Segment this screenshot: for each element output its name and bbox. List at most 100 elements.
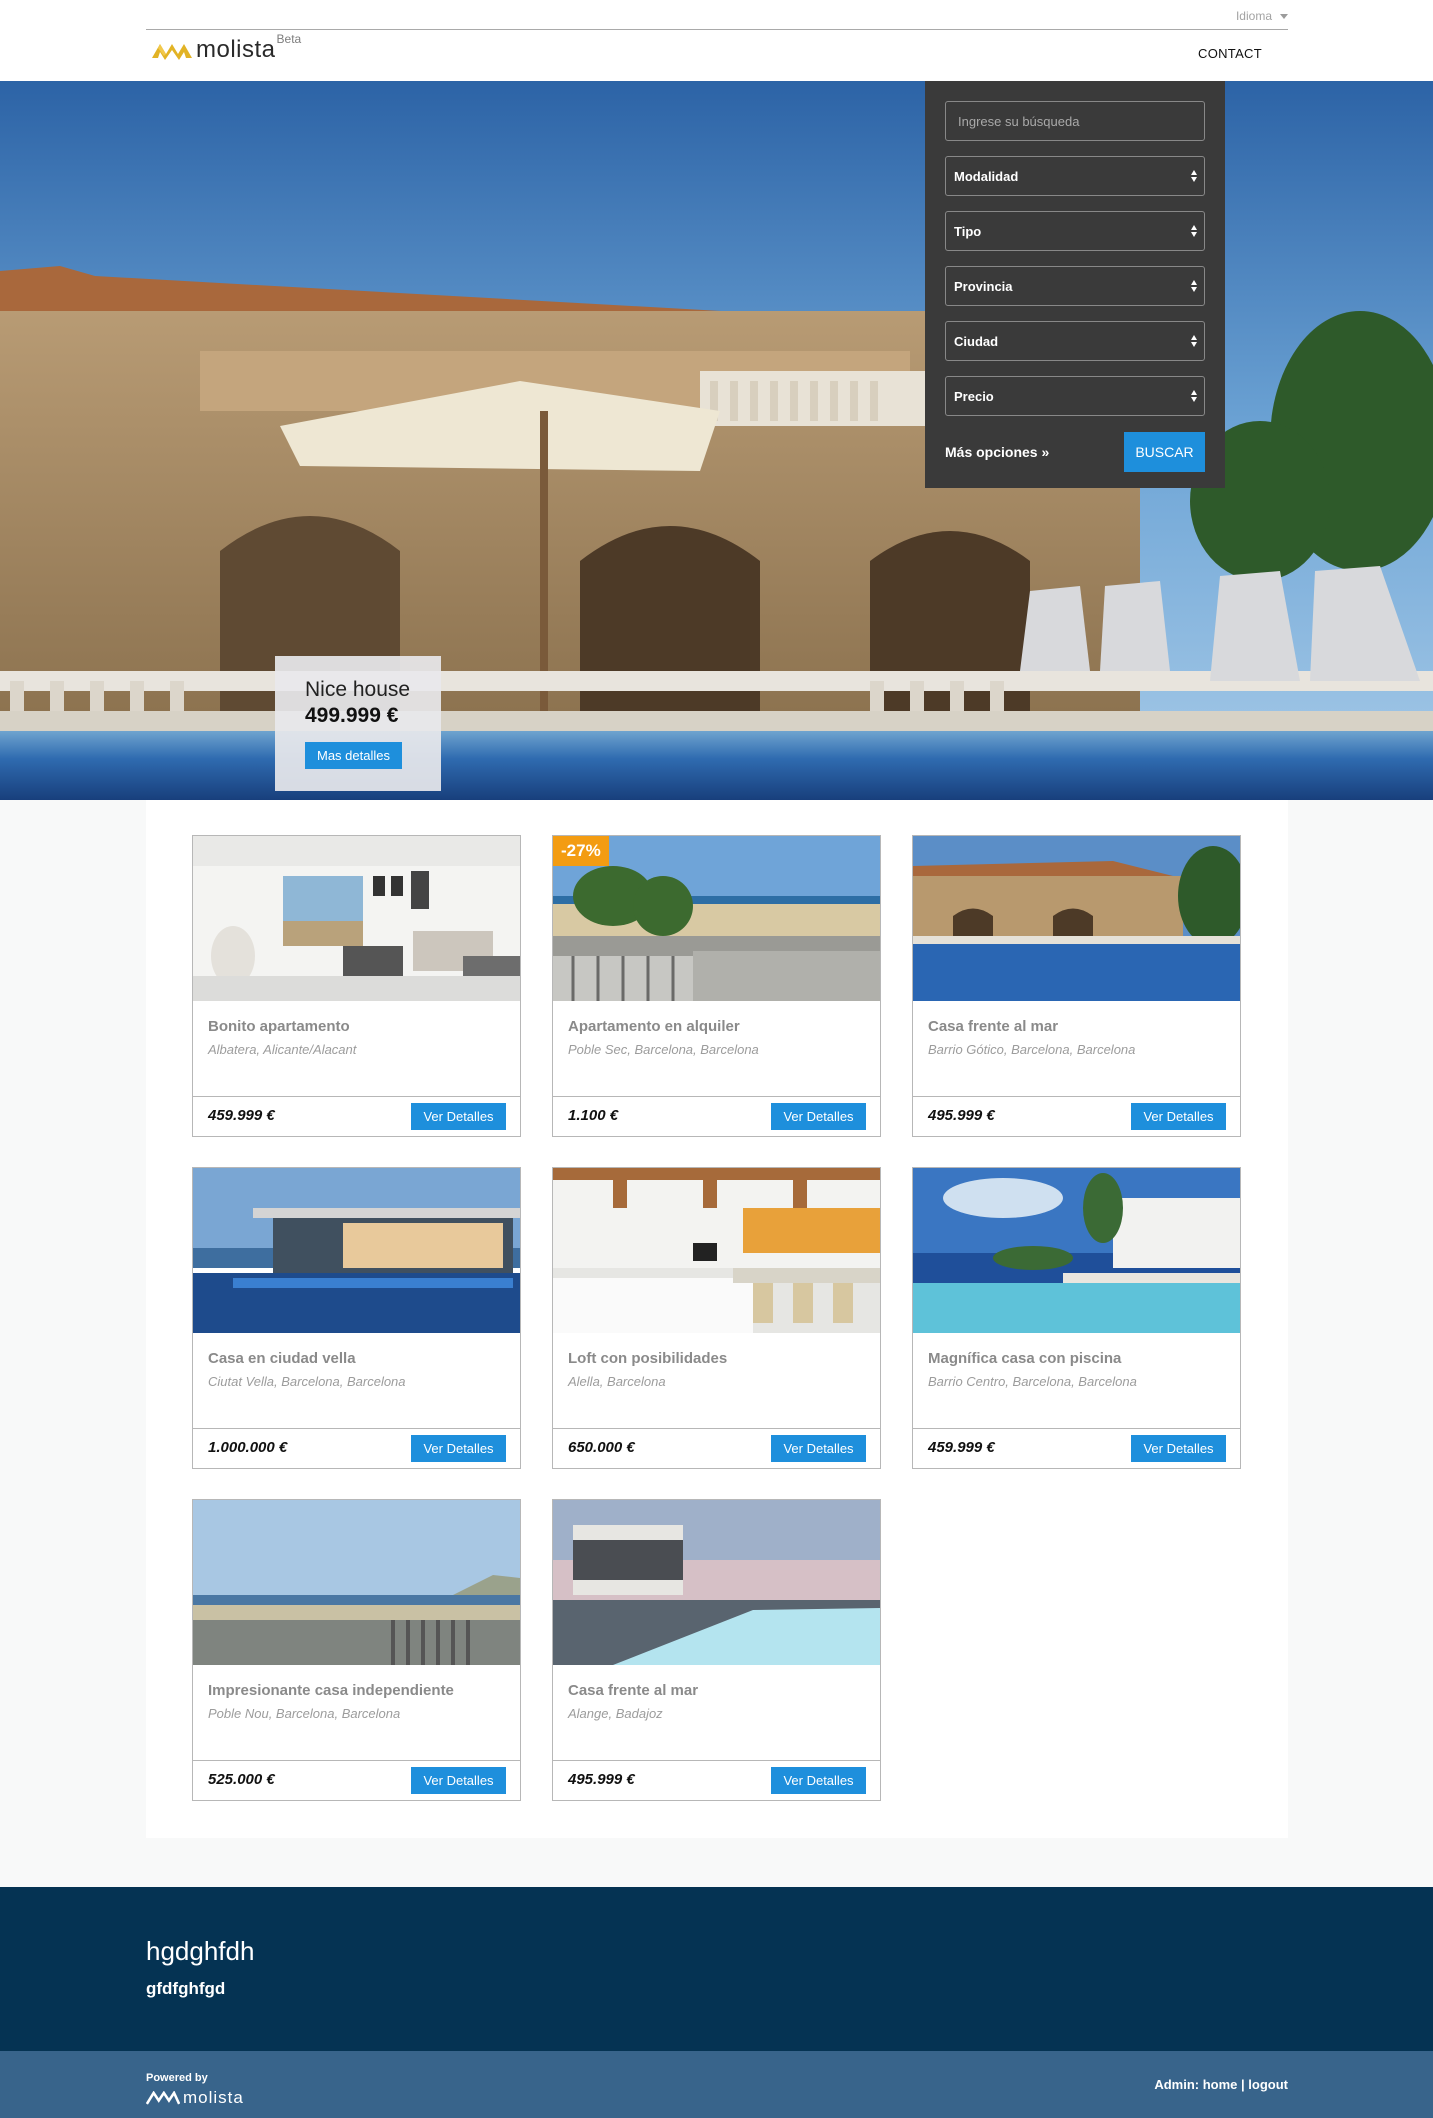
listing-location: Barrio Gótico, Barcelona, Barcelona bbox=[928, 1042, 1136, 1057]
listing-location: Albatera, Alicante/Alacant bbox=[208, 1042, 357, 1057]
link-separator: | bbox=[1241, 2077, 1245, 2092]
listing-footer: 459.999 € Ver Detalles bbox=[913, 1428, 1240, 1468]
admin-label: Admin: bbox=[1154, 2077, 1200, 2092]
select-ciudad[interactable]: Ciudad bbox=[945, 321, 1205, 361]
listing-price: 1.100 € bbox=[568, 1107, 619, 1124]
molista-logo-icon bbox=[146, 2091, 180, 2105]
listing-image[interactable] bbox=[193, 836, 520, 1001]
listing-price: 459.999 € bbox=[928, 1439, 995, 1456]
listing-title[interactable]: Impresionante casa independiente bbox=[208, 1682, 454, 1699]
select-tipo[interactable]: Tipo bbox=[945, 211, 1205, 251]
listing-card[interactable]: Impresionante casa independiente Poble N… bbox=[192, 1499, 521, 1801]
listing-card[interactable]: Magnífica casa con piscina Barrio Centro… bbox=[912, 1167, 1241, 1469]
view-details-button[interactable]: Ver Detalles bbox=[1131, 1103, 1226, 1130]
listing-location: Alella, Barcelona bbox=[568, 1374, 666, 1389]
caret-down-icon bbox=[1280, 13, 1288, 19]
interior-living-room-image bbox=[193, 836, 520, 1001]
listing-price: 459.999 € bbox=[208, 1107, 275, 1124]
admin-home-link[interactable]: home bbox=[1203, 2077, 1238, 2092]
beta-badge: Beta bbox=[276, 32, 302, 46]
footer: hgdghfdh gfdfghfgd bbox=[0, 1887, 1433, 2051]
language-selector[interactable]: Idioma bbox=[1236, 9, 1288, 23]
select-arrows-icon bbox=[1191, 335, 1199, 349]
listing-card[interactable]: Casa frente al mar Alange, Badajoz 495.9… bbox=[552, 1499, 881, 1801]
infinity-pool-image bbox=[913, 1168, 1240, 1333]
footer-title: hgdghfdh bbox=[146, 1936, 255, 1966]
sea-balcony-image bbox=[193, 1500, 520, 1665]
select-tipo-label: Tipo bbox=[954, 223, 982, 239]
listing-footer: 495.999 € Ver Detalles bbox=[553, 1760, 880, 1800]
select-modalidad-label: Modalidad bbox=[954, 168, 1019, 184]
view-details-button[interactable]: Ver Detalles bbox=[771, 1767, 866, 1794]
listing-price: 495.999 € bbox=[928, 1107, 995, 1124]
listing-location: Poble Sec, Barcelona, Barcelona bbox=[568, 1042, 759, 1057]
listing-price: 1.000.000 € bbox=[208, 1439, 288, 1456]
listing-footer: 1.000.000 € Ver Detalles bbox=[193, 1428, 520, 1468]
listing-footer: 1.100 € Ver Detalles bbox=[553, 1096, 880, 1136]
listing-footer: 650.000 € Ver Detalles bbox=[553, 1428, 880, 1468]
site-logo[interactable]: molista Beta bbox=[152, 32, 301, 63]
listing-title[interactable]: Casa en ciudad vella bbox=[208, 1350, 356, 1367]
view-details-button[interactable]: Ver Detalles bbox=[411, 1435, 506, 1462]
listing-title[interactable]: Bonito apartamento bbox=[208, 1018, 350, 1035]
listing-price: 650.000 € bbox=[568, 1439, 635, 1456]
select-arrows-icon bbox=[1191, 170, 1199, 184]
modern-glass-house-image bbox=[193, 1168, 520, 1333]
listing-card[interactable]: Casa frente al mar Barrio Gótico, Barcel… bbox=[912, 835, 1241, 1137]
kitchen-image bbox=[553, 1168, 880, 1333]
featured-title: Nice house bbox=[305, 678, 411, 701]
search-input[interactable] bbox=[945, 101, 1205, 141]
select-arrows-icon bbox=[1191, 225, 1199, 239]
footer-logo[interactable]: molista bbox=[146, 2088, 244, 2108]
select-modalidad[interactable]: Modalidad bbox=[945, 156, 1205, 196]
listing-card[interactable]: Loft con posibilidades Alella, Barcelona… bbox=[552, 1167, 881, 1469]
more-options-link[interactable]: Más opciones » bbox=[945, 444, 1049, 460]
footer-bottom-bar: Powered by molista Admin: home | logout bbox=[0, 2051, 1433, 2118]
view-details-button[interactable]: Ver Detalles bbox=[411, 1103, 506, 1130]
select-ciudad-label: Ciudad bbox=[954, 333, 999, 349]
discount-badge: -27% bbox=[553, 836, 609, 866]
select-arrows-icon bbox=[1191, 390, 1199, 404]
listing-image[interactable] bbox=[193, 1168, 520, 1333]
listing-title[interactable]: Apartamento en alquiler bbox=[568, 1018, 740, 1035]
listing-title[interactable]: Magnífica casa con piscina bbox=[928, 1350, 1121, 1367]
admin-links: Admin: home | logout bbox=[1154, 2077, 1288, 2092]
logo-text: molista bbox=[196, 36, 276, 63]
select-provincia[interactable]: Provincia bbox=[945, 266, 1205, 306]
view-details-button[interactable]: Ver Detalles bbox=[1131, 1435, 1226, 1462]
view-details-button[interactable]: Ver Detalles bbox=[411, 1767, 506, 1794]
select-precio-label: Precio bbox=[954, 388, 994, 404]
listing-card[interactable]: Casa en ciudad vella Ciutat Vella, Barce… bbox=[192, 1167, 521, 1469]
listing-image[interactable]: -27% bbox=[553, 836, 880, 1001]
listing-footer: 495.999 € Ver Detalles bbox=[913, 1096, 1240, 1136]
select-precio[interactable]: Precio bbox=[945, 376, 1205, 416]
listing-image[interactable] bbox=[553, 1500, 880, 1665]
listing-title[interactable]: Loft con posibilidades bbox=[568, 1350, 727, 1367]
view-details-button[interactable]: Ver Detalles bbox=[771, 1435, 866, 1462]
search-button[interactable]: BUSCAR bbox=[1124, 432, 1205, 472]
nav-contact-link[interactable]: CONTACT bbox=[1198, 46, 1262, 61]
view-details-button[interactable]: Ver Detalles bbox=[771, 1103, 866, 1130]
featured-details-button[interactable]: Mas detalles bbox=[305, 742, 402, 769]
listing-image[interactable] bbox=[193, 1500, 520, 1665]
listing-price: 525.000 € bbox=[208, 1771, 275, 1788]
listing-title[interactable]: Casa frente al mar bbox=[928, 1018, 1058, 1035]
search-panel: Modalidad Tipo Provincia Ciudad Precio M… bbox=[925, 81, 1225, 488]
sunset-pool-house-image bbox=[553, 1500, 880, 1665]
search-panel-footer: Más opciones » BUSCAR bbox=[945, 432, 1205, 472]
language-label: Idioma bbox=[1235, 9, 1272, 23]
listing-image[interactable] bbox=[553, 1168, 880, 1333]
listing-card[interactable]: -27% Apartamento en alquiler Poble Sec, … bbox=[552, 835, 881, 1137]
select-provincia-label: Provincia bbox=[954, 278, 1013, 294]
listing-image[interactable] bbox=[913, 836, 1240, 1001]
listing-title[interactable]: Casa frente al mar bbox=[568, 1682, 698, 1699]
featured-property-card: Nice house 499.999 € Mas detalles bbox=[275, 656, 441, 791]
listing-card[interactable]: Bonito apartamento Albatera, Alicante/Al… bbox=[192, 835, 521, 1137]
listing-image[interactable] bbox=[913, 1168, 1240, 1333]
listing-footer: 525.000 € Ver Detalles bbox=[193, 1760, 520, 1800]
logout-link[interactable]: logout bbox=[1248, 2077, 1288, 2092]
footer-logo-text: molista bbox=[183, 2088, 244, 2107]
footer-subtitle: gfdfghfgd bbox=[146, 1979, 226, 1998]
select-arrows-icon bbox=[1191, 280, 1199, 294]
listing-location: Poble Nou, Barcelona, Barcelona bbox=[208, 1706, 401, 1721]
